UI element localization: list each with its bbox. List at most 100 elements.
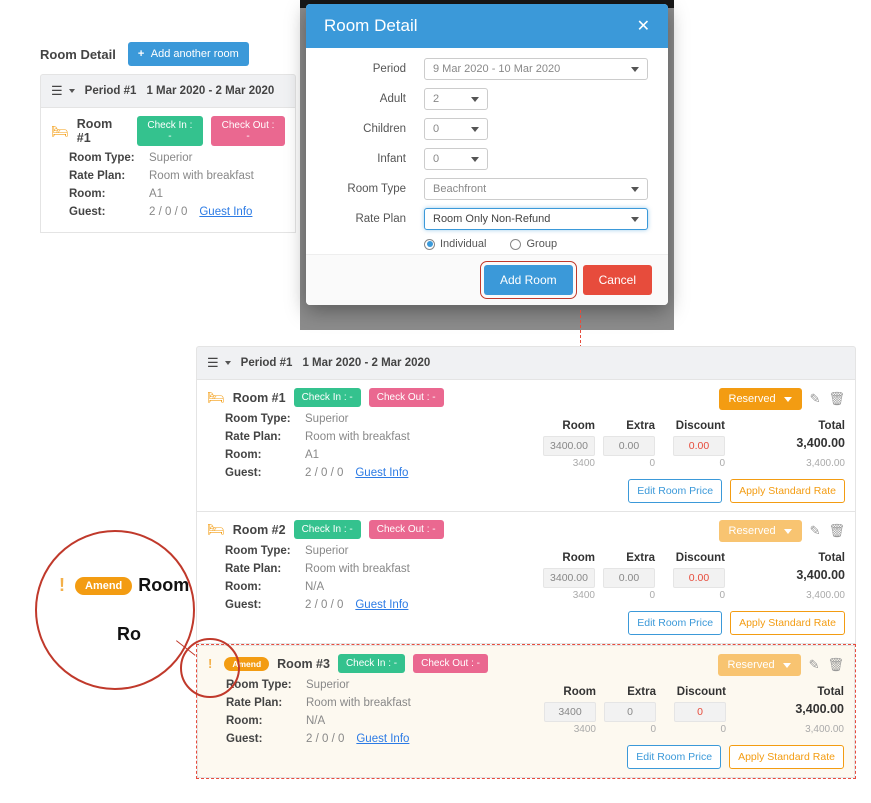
period-select[interactable]: 9 Mar 2020 - 10 Mar 2020 — [424, 58, 648, 80]
room-type-field-label: Room Type — [326, 183, 406, 195]
room-name: Room #2 — [233, 523, 286, 537]
check-in-chip[interactable]: Check In : - — [338, 654, 405, 673]
booking-type-group[interactable]: Group — [510, 238, 557, 250]
add-another-room-button[interactable]: + Add another room — [128, 42, 249, 66]
extra-input[interactable]: 0 — [604, 702, 656, 722]
check-out-chip[interactable]: Check Out : - — [211, 116, 285, 146]
add-room-button[interactable]: Add Room — [484, 265, 573, 295]
period-bar[interactable]: ☰ Period #1 1 Mar 2020 - 2 Mar 2020 — [196, 346, 856, 380]
reserved-dropdown[interactable]: Reserved — [718, 654, 801, 676]
room-price-input[interactable]: 3400.00 — [543, 568, 595, 588]
edit-room-price-button[interactable]: Edit Room Price — [627, 745, 721, 769]
children-select[interactable]: 0 — [424, 118, 488, 140]
trash-icon[interactable]: 🗑 — [828, 391, 845, 407]
discount-input[interactable]: 0 — [674, 702, 726, 722]
total-value: 3,400.00 — [725, 436, 845, 456]
room-price-input[interactable]: 3400.00 — [543, 436, 595, 456]
period-select-value: 9 Mar 2020 - 10 Mar 2020 — [433, 63, 560, 75]
chevron-down-icon — [471, 97, 479, 102]
reserved-label: Reserved — [729, 525, 776, 537]
guest-label: Guest: — [225, 599, 305, 611]
apply-standard-rate-button[interactable]: Apply Standard Rate — [730, 479, 845, 503]
check-in-chip[interactable]: Check In : - — [294, 520, 361, 539]
adult-select[interactable]: 2 — [424, 88, 488, 110]
edit-room-price-button[interactable]: Edit Room Price — [628, 611, 722, 635]
apply-standard-rate-button[interactable]: Apply Standard Rate — [730, 611, 845, 635]
chevron-down-icon — [783, 663, 791, 668]
trash-icon[interactable]: 🗑 — [827, 657, 844, 673]
discount-input[interactable]: 0.00 — [673, 568, 725, 588]
guest-info-link[interactable]: Guest Info — [356, 733, 409, 745]
header-room: Room — [528, 686, 596, 698]
infant-select[interactable]: 0 — [424, 148, 488, 170]
extra-input[interactable]: 0.00 — [603, 436, 655, 456]
check-in-chip[interactable]: Check In : - — [294, 388, 361, 407]
guest-info-link[interactable]: Guest Info — [199, 206, 252, 218]
period-field-label: Period — [326, 63, 406, 75]
room-type-value: Superior — [305, 413, 348, 425]
period-bar[interactable]: ☰ Period #1 1 Mar 2020 - 2 Mar 2020 — [40, 74, 296, 108]
bed-icon: 🛏 — [207, 389, 225, 406]
total-value: 3,400.00 — [725, 568, 845, 588]
header-total: Total — [725, 420, 845, 432]
rate-plan-select[interactable]: Room Only Non-Refund — [424, 208, 648, 230]
room-name: Room #1 — [233, 391, 286, 405]
chevron-down-icon — [69, 89, 75, 93]
plus-icon: + — [138, 48, 144, 60]
room-type-select[interactable]: Beachfront — [424, 178, 648, 200]
period-dates: 1 Mar 2020 - 2 Mar 2020 — [302, 357, 430, 369]
chevron-down-icon — [631, 187, 639, 192]
room-card: 🛏 Room #1 Check In : - Check Out : - Roo… — [196, 380, 856, 512]
edit-room-price-button[interactable]: Edit Room Price — [628, 479, 722, 503]
check-in-chip[interactable]: Check In : - — [137, 116, 203, 146]
room-type-label: Room Type: — [226, 679, 306, 691]
check-out-chip[interactable]: Check Out : - — [413, 654, 488, 673]
infant-select-value: 0 — [433, 153, 439, 165]
trash-icon[interactable]: 🗑 — [828, 523, 845, 539]
rate-plan-value: Room with breakfast — [149, 170, 254, 182]
group-label: Group — [526, 238, 557, 250]
edit-icon[interactable]: ✎ — [810, 391, 821, 407]
cancel-button[interactable]: Cancel — [583, 265, 652, 295]
extra-input[interactable]: 0.00 — [603, 568, 655, 588]
guest-value: 2 / 0 / 0 — [306, 733, 344, 745]
sub-room: 3400 — [527, 590, 595, 601]
sub-extra: 0 — [595, 590, 655, 601]
room-label: Room: — [226, 715, 306, 727]
close-icon[interactable]: ✕ — [637, 16, 650, 36]
check-out-chip[interactable]: Check Out : - — [369, 388, 444, 407]
header-discount: Discount — [655, 552, 725, 564]
rate-plan-value: Room with breakfast — [305, 431, 410, 443]
room-label: Room: — [225, 449, 305, 461]
header-discount: Discount — [656, 686, 726, 698]
room-name: Room #1 — [77, 117, 129, 145]
zoom-room-clip: Ro — [117, 624, 141, 645]
period-dates: 1 Mar 2020 - 2 Mar 2020 — [146, 85, 274, 97]
room-price-input[interactable]: 3400 — [544, 702, 596, 722]
reserved-dropdown[interactable]: Reserved — [719, 388, 802, 410]
guest-info-link[interactable]: Guest Info — [355, 467, 408, 479]
panel1-title: Room Detail — [40, 47, 116, 62]
reserved-dropdown[interactable]: Reserved — [719, 520, 802, 542]
room-type-label: Room Type: — [69, 152, 149, 164]
amend-badge-zoom: Amend — [75, 577, 132, 595]
rate-plan-field-label: Rate Plan — [326, 213, 406, 225]
guest-label: Guest: — [225, 467, 305, 479]
warning-icon: ! — [59, 575, 65, 596]
rate-plan-label: Rate Plan: — [226, 697, 306, 709]
room3-highlight-box: ! Amend Room #3 Check In : - Check Out :… — [196, 644, 856, 779]
header-total: Total — [726, 686, 844, 698]
room-value: A1 — [305, 449, 319, 461]
children-select-value: 0 — [433, 123, 439, 135]
booking-type-individual[interactable]: Individual — [424, 238, 486, 250]
check-out-chip[interactable]: Check Out : - — [369, 520, 444, 539]
rate-plan-select-value: Room Only Non-Refund — [433, 213, 550, 225]
edit-icon[interactable]: ✎ — [809, 657, 820, 673]
apply-standard-rate-button[interactable]: Apply Standard Rate — [729, 745, 844, 769]
room-type-value: Superior — [305, 545, 348, 557]
guest-value: 2 / 0 / 0 — [305, 599, 343, 611]
adult-field-label: Adult — [326, 93, 406, 105]
edit-icon[interactable]: ✎ — [810, 523, 821, 539]
guest-info-link[interactable]: Guest Info — [355, 599, 408, 611]
discount-input[interactable]: 0.00 — [673, 436, 725, 456]
